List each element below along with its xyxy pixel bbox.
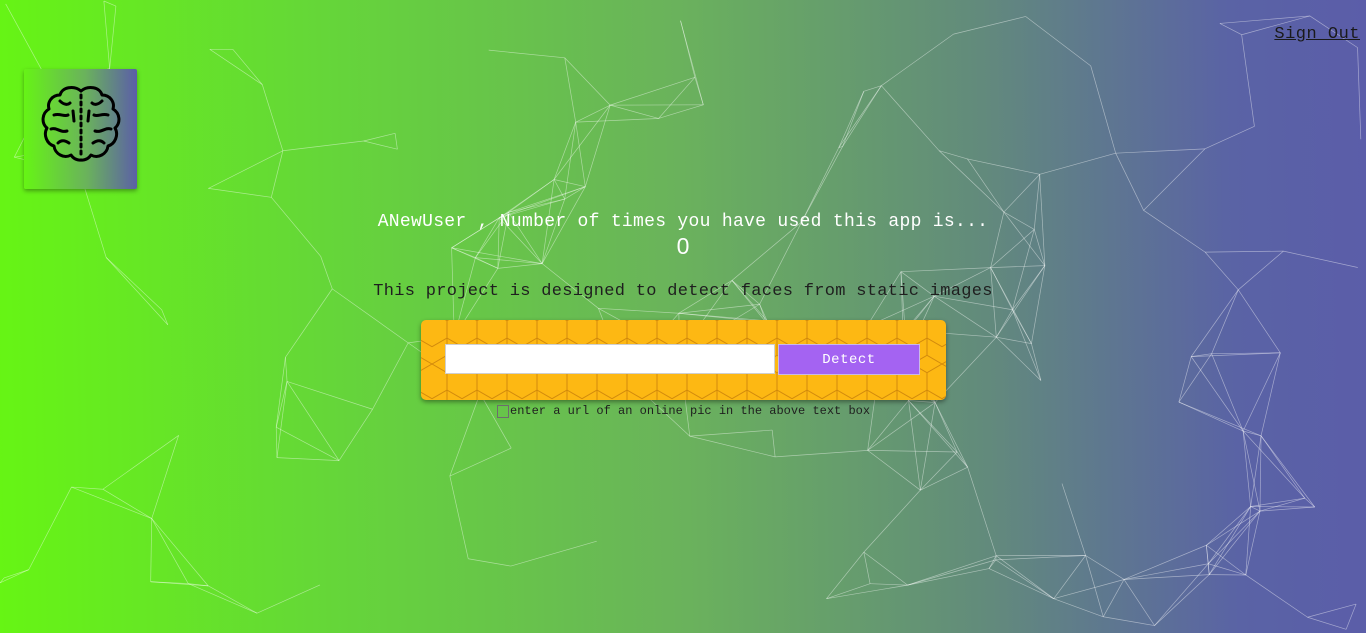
sign-out-link[interactable]: Sign Out [1274, 25, 1360, 44]
detect-form-panel: Detect [421, 320, 946, 400]
url-hint-text: enter a url of an online pic in the abov… [510, 404, 871, 418]
project-description: This project is designed to detect faces… [373, 282, 993, 301]
url-hint: enter a url of an online pic in the abov… [497, 404, 870, 418]
particle-network-background [0, 0, 1362, 630]
detect-button[interactable]: Detect [778, 344, 920, 375]
image-url-input[interactable] [445, 344, 775, 374]
usage-greeting: ANewUser , Number of times you have used… [377, 212, 989, 232]
hint-checkbox[interactable] [497, 404, 509, 418]
usage-count: 0 [676, 233, 690, 259]
logo [24, 69, 137, 189]
brain-icon [41, 86, 121, 162]
